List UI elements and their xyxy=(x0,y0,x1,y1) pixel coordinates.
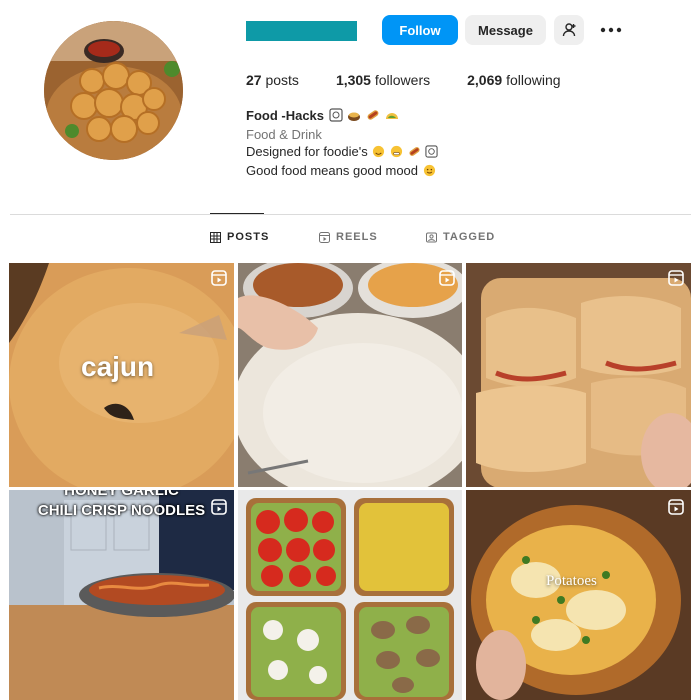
bio-line-1-text: Designed for foodie's xyxy=(246,144,368,159)
profile-stats: 27 posts 1,305 followers 2,069 following xyxy=(246,72,598,88)
plate-cutlery-icon xyxy=(425,145,438,162)
display-name: Food -Hacks xyxy=(246,108,325,123)
username-placeholder xyxy=(246,21,357,41)
following-label: following xyxy=(506,72,561,88)
avatar-image xyxy=(44,21,183,160)
post-image xyxy=(466,490,691,700)
posts-count-label: posts xyxy=(265,72,299,88)
smile-icon xyxy=(423,164,436,181)
post-image xyxy=(9,490,234,700)
reels-icon xyxy=(319,231,330,243)
grid-icon xyxy=(210,231,221,243)
posts-count-value: 27 xyxy=(246,72,262,88)
reel-icon xyxy=(211,270,227,286)
following-count-value: 2,069 xyxy=(467,72,503,88)
more-options-button[interactable] xyxy=(598,15,624,45)
tab-tagged-label: TAGGED xyxy=(443,231,496,243)
post-tile[interactable]: Potatoes xyxy=(466,490,691,700)
bio-line-2: Good food means good mood xyxy=(246,162,438,181)
followers-link[interactable]: 1,305 followers xyxy=(336,72,430,88)
post-tile[interactable]: cajun xyxy=(9,263,234,487)
post-tile[interactable] xyxy=(238,263,462,487)
tab-reels-label: REELS xyxy=(336,231,378,243)
following-link[interactable]: 2,069 following xyxy=(467,72,560,88)
tagged-icon xyxy=(426,232,437,242)
post-caption-overlay-line-1: HONEY GARLIC xyxy=(64,490,179,499)
profile-tabs: POSTS REELS TAGGED xyxy=(0,231,700,247)
bio-line-2-text: Good food means good mood xyxy=(246,163,419,178)
post-tile[interactable] xyxy=(466,263,691,487)
tab-reels[interactable]: REELS xyxy=(319,231,378,243)
fondue-icon xyxy=(347,108,361,126)
hotdog-icon xyxy=(366,108,380,126)
smile-yum-icon xyxy=(372,145,385,162)
post-tile[interactable]: HONEY GARLIC CHILI CRISP NOODLES xyxy=(9,490,234,700)
hotdog-icon xyxy=(408,145,421,162)
posts-count: 27 posts xyxy=(246,72,299,88)
plate-cutlery-icon xyxy=(329,108,343,126)
post-tile[interactable] xyxy=(238,490,462,700)
bio-category: Food & Drink xyxy=(246,127,322,142)
post-caption-overlay: Potatoes xyxy=(546,573,597,589)
reel-icon xyxy=(668,270,684,286)
reel-icon xyxy=(668,499,684,515)
add-user-button[interactable] xyxy=(554,15,584,45)
more-dots-icon xyxy=(600,27,622,33)
bio-name-row: Food -Hacks xyxy=(246,107,438,126)
profile-bio: Food -Hacks Food & Drink Designed for fo… xyxy=(246,107,438,181)
grin-icon xyxy=(390,145,403,162)
taco-icon xyxy=(385,108,399,126)
follow-button[interactable]: Follow xyxy=(382,15,458,45)
add-person-icon xyxy=(562,23,576,37)
profile-avatar[interactable] xyxy=(44,21,183,160)
post-caption-overlay-line-2: CHILI CRISP NOODLES xyxy=(37,502,206,519)
post-image xyxy=(238,490,462,700)
bio-line-1: Designed for foodie's xyxy=(246,143,438,162)
tab-tagged[interactable]: TAGGED xyxy=(426,231,495,243)
post-image xyxy=(238,263,462,487)
message-button[interactable]: Message xyxy=(465,15,546,45)
post-caption-overlay: cajun xyxy=(81,351,155,382)
tab-posts-label: POSTS xyxy=(227,231,270,243)
post-image xyxy=(466,263,691,487)
followers-label: followers xyxy=(374,72,431,88)
active-tab-indicator xyxy=(210,213,264,214)
reel-icon xyxy=(439,270,455,286)
tab-posts[interactable]: POSTS xyxy=(210,231,269,243)
reel-icon xyxy=(211,499,227,515)
followers-count-value: 1,305 xyxy=(335,72,371,88)
tabs-divider xyxy=(10,214,691,215)
